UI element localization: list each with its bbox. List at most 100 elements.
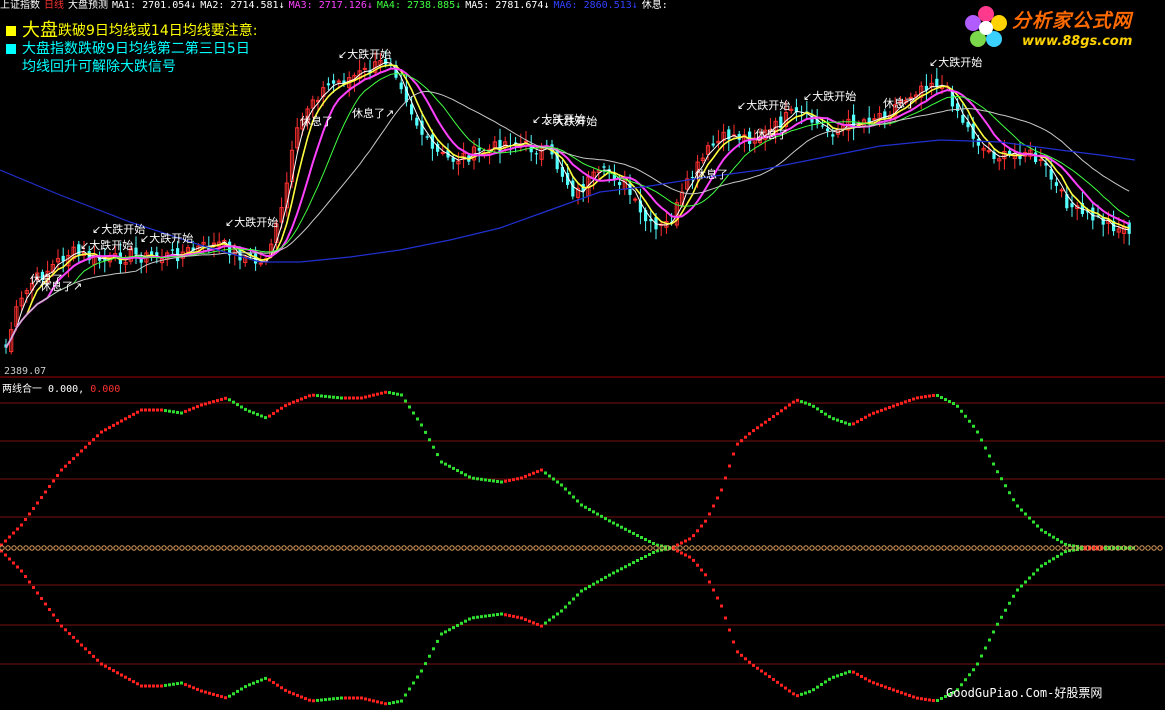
upper-signal-dot — [720, 488, 723, 492]
upper-signal-dot — [280, 406, 283, 410]
upper-signal-dot — [176, 410, 179, 414]
upper-signal-dot — [616, 523, 619, 527]
zero-line-dot — [737, 545, 743, 551]
upper-signal-dot — [128, 415, 131, 419]
zero-line-dot — [923, 545, 929, 551]
lower-signal-dot — [28, 580, 31, 584]
zero-line-dot — [1025, 545, 1031, 551]
zero-line-dot — [959, 545, 965, 551]
lower-signal-dot — [892, 688, 895, 692]
upper-signal-dot — [296, 399, 299, 403]
upper-signal-dot — [12, 531, 15, 535]
zero-line-dot — [497, 545, 503, 551]
lower-signal-dot — [740, 653, 743, 657]
upper-signal-dot — [32, 507, 35, 510]
upper-signal-dot — [820, 410, 823, 413]
zero-line-dot — [287, 545, 293, 551]
upper-signal-dot — [700, 524, 703, 528]
upper-signal-dot — [632, 531, 635, 535]
lower-signal-dot — [692, 558, 695, 562]
candle-body — [711, 143, 715, 146]
zero-line-dot — [593, 545, 599, 551]
lower-signal-dot — [372, 699, 375, 703]
signal-annotation: ↙大跌开始 — [92, 223, 146, 236]
lower-signal-dot — [440, 632, 443, 636]
zero-line-dot — [905, 545, 911, 551]
upper-signal-dot — [520, 476, 523, 480]
watermark: GoodGuPiao.Com-好股票网 — [946, 686, 1103, 700]
candle-body — [690, 176, 694, 178]
upper-signal-dot — [68, 460, 71, 464]
upper-signal-dot — [992, 462, 995, 466]
lower-signal-dot — [348, 696, 351, 700]
signal-annotation: ↙大跌开始 — [80, 239, 134, 252]
note-line-2-text: 大盘指数跌破9日均线第二第三日5日 — [22, 41, 250, 57]
upper-signal-dot — [172, 410, 175, 414]
zero-line-dot — [389, 545, 395, 551]
lower-signal-dot — [196, 687, 199, 691]
candle-body — [362, 67, 367, 70]
upper-signal-dot — [536, 470, 539, 474]
upper-signal-dot — [188, 408, 191, 412]
lower-signal-dot — [596, 580, 599, 584]
zero-line-dot — [323, 545, 329, 551]
upper-signal-dot — [916, 396, 919, 400]
zero-line-dot — [377, 545, 383, 551]
lower-signal-dot — [812, 688, 815, 692]
lower-signal-dot — [568, 601, 571, 605]
zero-line-dot — [629, 545, 635, 551]
upper-signal-dot — [904, 400, 907, 404]
upper-signal-dot — [84, 445, 87, 449]
zero-line-dot — [779, 545, 785, 551]
lower-signal-dot — [808, 690, 811, 694]
zero-line-dot — [623, 545, 629, 551]
upper-signal-dot — [732, 452, 735, 456]
lower-signal-dot — [80, 643, 83, 647]
upper-signal-dot — [556, 480, 559, 484]
upper-signal-dot — [116, 421, 119, 425]
upper-signal-dot — [740, 439, 743, 443]
zero-line-dot — [845, 545, 851, 551]
lower-signal-dot — [1060, 552, 1063, 556]
lower-signal-dot — [96, 658, 99, 662]
zero-line-dot — [611, 545, 617, 551]
zero-line-dot — [173, 545, 179, 551]
upper-signal-dot — [376, 392, 379, 396]
zero-line-dot — [455, 545, 461, 551]
upper-signal-dot — [848, 422, 851, 426]
upper-signal-dot — [512, 478, 515, 482]
lower-signal-dot — [236, 689, 239, 693]
lower-signal-dot — [880, 684, 883, 688]
upper-signal-dot — [244, 407, 247, 411]
upper-signal-dot — [236, 403, 239, 407]
upper-signal-dot — [540, 468, 543, 472]
lower-signal-dot — [492, 613, 495, 617]
zero-line-dot — [437, 545, 443, 551]
lower-signal-dot — [620, 567, 623, 571]
lower-signal-dot — [972, 668, 975, 672]
upper-signal-dot — [156, 408, 159, 412]
zero-line-dot — [815, 545, 821, 551]
signal-annotation: ↙大跌开始 — [803, 90, 857, 103]
signal-annotation: ↙大跌开始 — [929, 56, 983, 69]
lower-signal-dot — [72, 635, 75, 639]
zero-line-dot — [503, 545, 509, 551]
lower-signal-dot — [908, 694, 911, 698]
upper-signal-dot — [484, 478, 487, 482]
lower-signal-dot — [1000, 615, 1003, 619]
lower-signal-dot — [920, 697, 923, 701]
upper-signal-dot — [396, 392, 399, 396]
upper-signal-dot — [72, 457, 75, 461]
lower-signal-dot — [756, 666, 759, 670]
lower-signal-dot — [984, 646, 987, 650]
upper-signal-dot — [232, 400, 235, 404]
lower-signal-dot — [804, 691, 807, 695]
lower-signal-dot — [428, 654, 431, 658]
zero-line-dot — [113, 545, 119, 551]
zero-line-dot — [101, 545, 107, 551]
lower-signal-dot — [1004, 608, 1007, 612]
lower-signal-dot — [136, 682, 139, 686]
zero-line-dot — [281, 545, 287, 551]
lower-signal-dot — [1024, 580, 1027, 584]
candle-body — [534, 153, 538, 155]
